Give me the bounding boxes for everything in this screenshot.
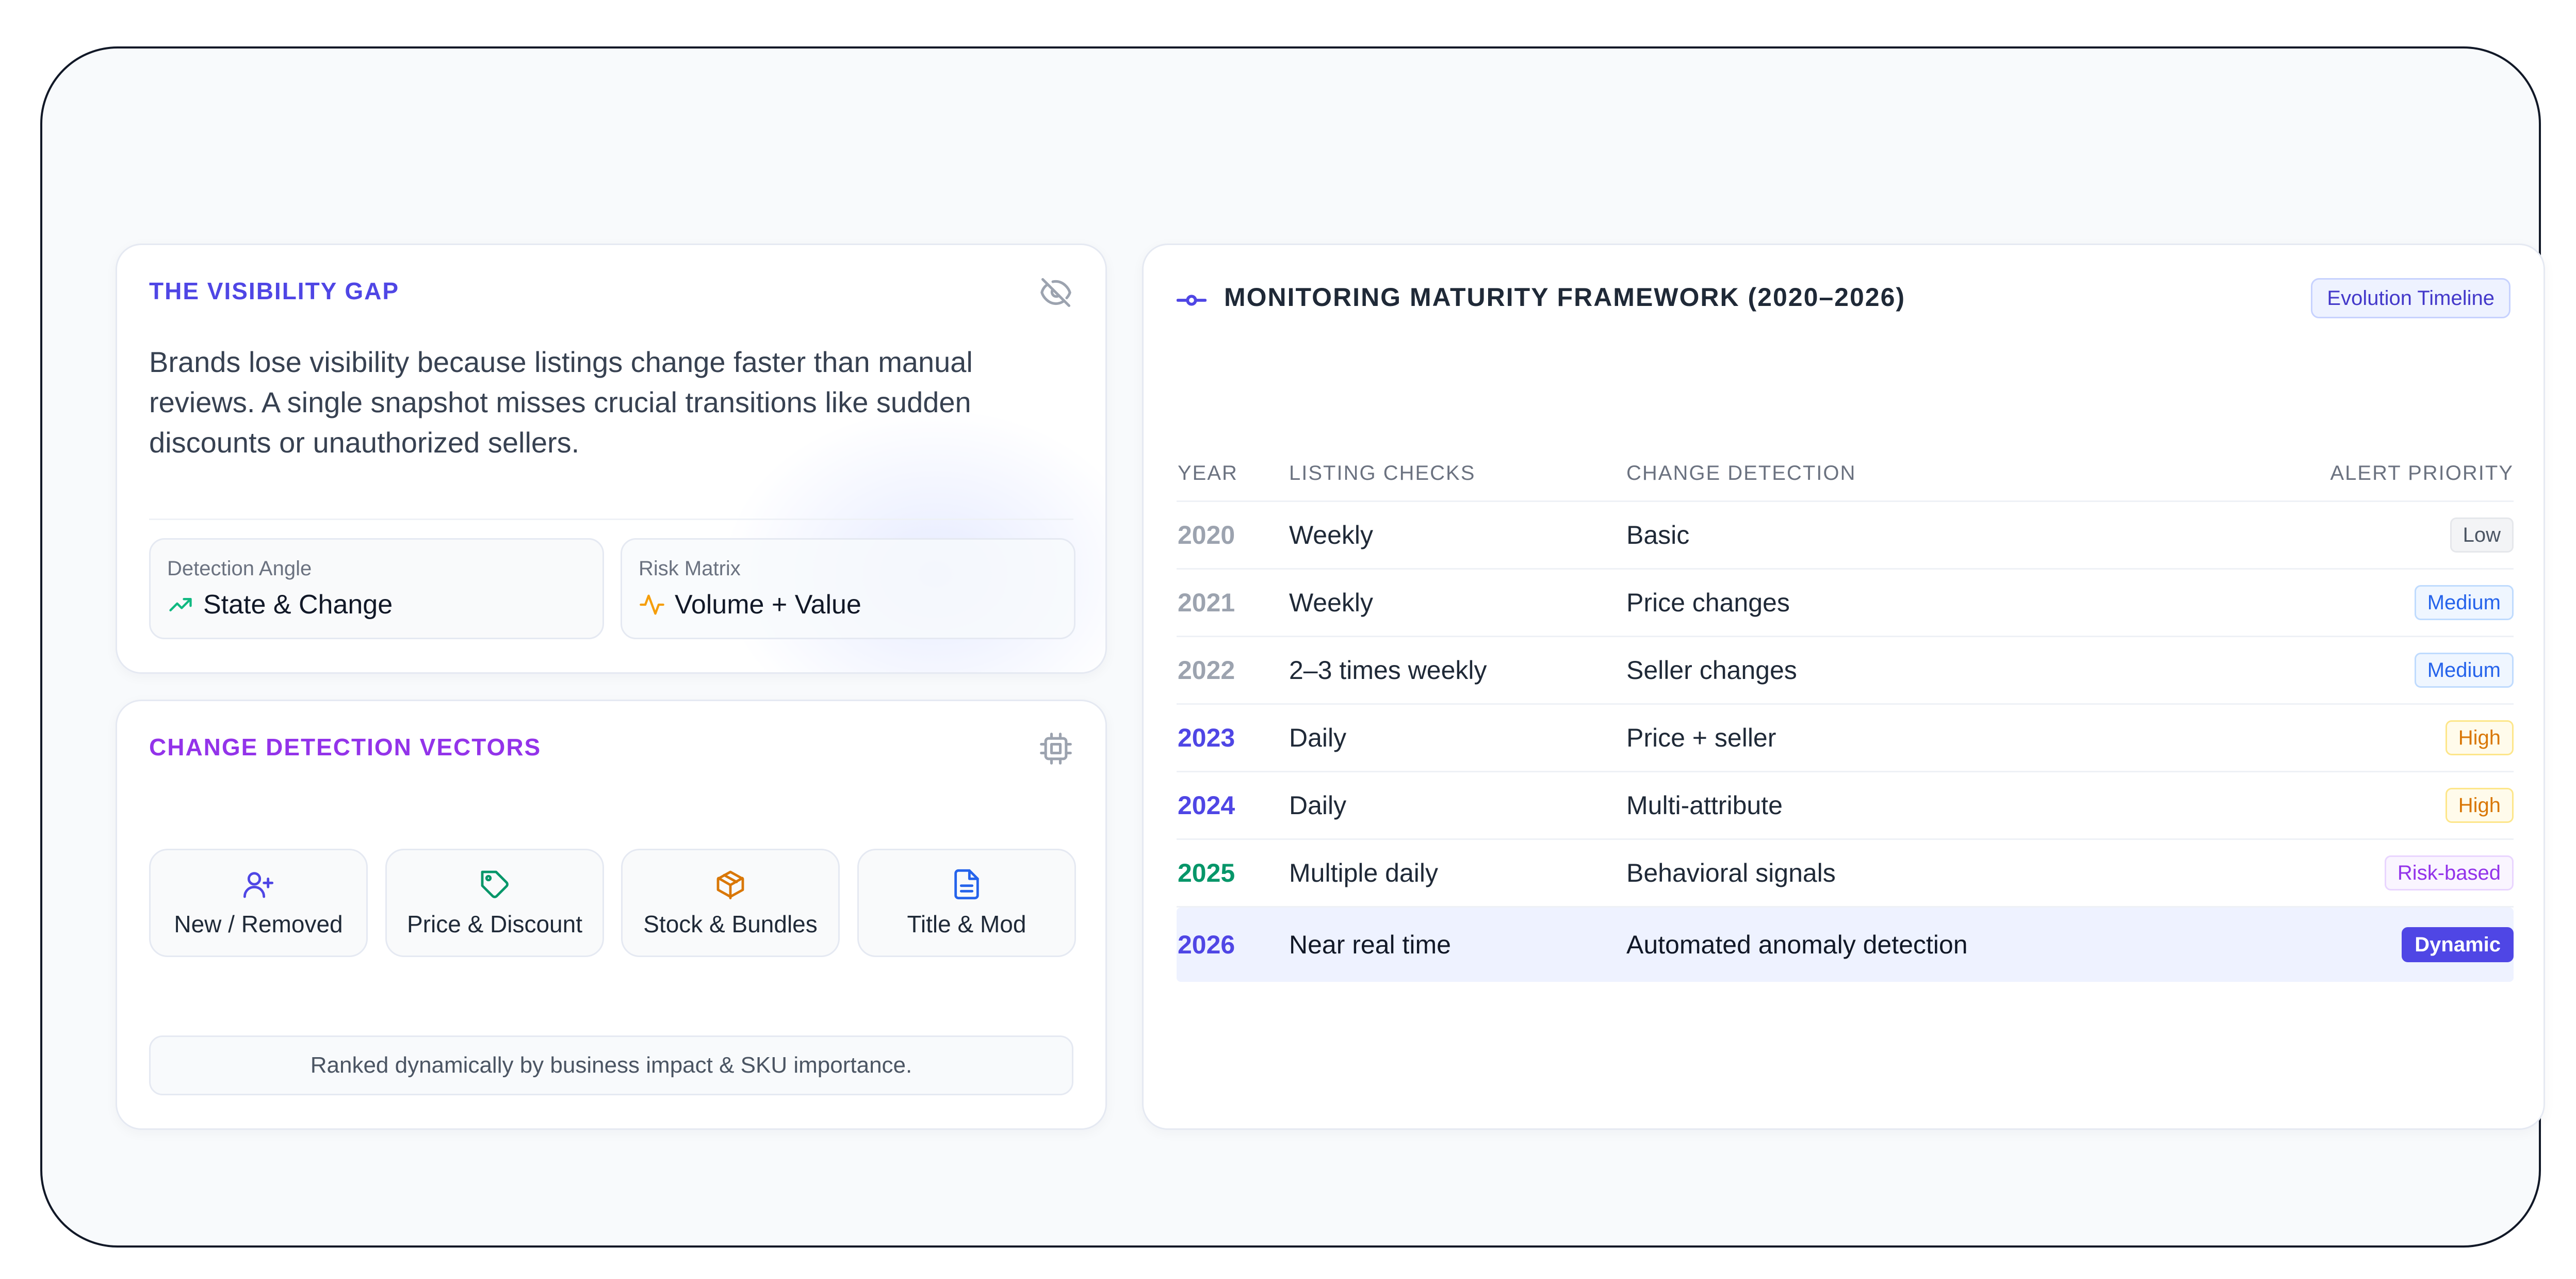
vector-new-removed[interactable]: New / Removed	[149, 849, 368, 957]
vector-stock-bundles[interactable]: Stock & Bundles	[621, 849, 840, 957]
listing-checks-cell: Near real time	[1289, 930, 1451, 959]
divider	[149, 519, 1073, 520]
table-row[interactable]: 2024 Daily Multi-attribute High	[1177, 772, 2514, 840]
vector-price-discount[interactable]: Price & Discount	[385, 849, 604, 957]
stat-label: Risk Matrix	[639, 557, 741, 580]
document-icon	[954, 869, 979, 900]
table-row[interactable]: 2026 Near real time Automated anomaly dete…	[1177, 908, 2514, 982]
change-vectors-card: CHANGE DETECTION VECTORS New / Removed P…	[116, 700, 1107, 1130]
change-vectors-title: CHANGE DETECTION VECTORS	[149, 734, 542, 760]
visibility-gap-card: THE VISIBILITY GAP Brands lose visibilit…	[116, 244, 1107, 674]
year-cell: 2023	[1178, 723, 1235, 752]
vector-label: New / Removed	[174, 911, 343, 937]
package-icon	[716, 870, 744, 900]
alert-priority-cell: Risk-based	[2384, 840, 2514, 906]
maturity-table: YEAR LISTING CHECKS CHANGE DETECTION ALE…	[1177, 446, 2514, 982]
visibility-gap-description: Brands lose visibility because listings …	[149, 346, 973, 459]
listing-checks-cell: 2–3 times weekly	[1289, 656, 1487, 685]
tag-icon	[481, 870, 509, 898]
vector-label: Stock & Bundles	[643, 911, 818, 937]
evolution-timeline-badge[interactable]: Evolution Timeline	[2311, 278, 2510, 318]
change-detection-cell: Price changes	[1626, 588, 1790, 617]
table-row[interactable]: 2023 Daily Price + seller High	[1177, 705, 2514, 772]
eye-off-icon[interactable]	[1038, 275, 1073, 310]
vector-title-mod[interactable]: Title & Mod	[857, 849, 1076, 957]
table-row[interactable]: 2021 Weekly Price changes Medium	[1177, 570, 2514, 637]
listing-checks-cell: Multiple daily	[1289, 859, 1439, 887]
year-cell: 2022	[1178, 656, 1235, 685]
header-year: YEAR	[1178, 462, 1238, 484]
alert-priority-cell: High	[2445, 705, 2514, 771]
vector-label: Price & Discount	[406, 911, 582, 937]
change-detection-cell: Behavioral signals	[1626, 859, 1836, 887]
change-detection-cell: Basic	[1626, 521, 1690, 549]
year-cell: 2020	[1178, 521, 1235, 549]
alert-priority-cell: High	[2445, 772, 2514, 838]
header-change-detection: CHANGE DETECTION	[1626, 462, 1856, 484]
year-cell: 2026	[1178, 930, 1235, 959]
ranking-note: Ranked dynamically by business impact & …	[149, 1035, 1073, 1095]
alert-priority-badge: High	[2445, 720, 2514, 755]
table-header-row: YEAR LISTING CHECKS CHANGE DETECTION ALE…	[1177, 446, 2514, 502]
header-listing-checks: LISTING CHECKS	[1289, 462, 1476, 484]
year-cell: 2021	[1178, 588, 1235, 617]
visibility-gap-title: THE VISIBILITY GAP	[149, 278, 399, 304]
user-plus-icon	[243, 872, 274, 898]
alert-priority-cell: Dynamic	[2402, 908, 2514, 982]
alert-priority-badge: Risk-based	[2384, 855, 2514, 891]
stat-value: State & Change	[167, 589, 393, 620]
table-row[interactable]: 2020 Weekly Basic Low	[1177, 502, 2514, 570]
vector-label: Title & Mod	[907, 911, 1026, 937]
stat-value-text: State & Change	[203, 590, 393, 620]
alert-priority-cell: Medium	[2414, 637, 2514, 703]
trending-up-icon	[169, 598, 192, 611]
table-row[interactable]: 2025 Multiple daily Behavioral signals Risk…	[1177, 840, 2514, 908]
header-alert-priority: ALERT PRIORITY	[2330, 462, 2514, 484]
risk-matrix-stat: Risk Matrix Volume + Value	[621, 538, 1075, 639]
listing-checks-cell: Daily	[1289, 723, 1347, 752]
stat-value-text: Volume + Value	[675, 590, 861, 620]
change-detection-cell: Seller changes	[1626, 656, 1797, 685]
timeline-icon	[1177, 295, 1207, 306]
alert-priority-cell: Medium	[2414, 570, 2514, 636]
change-detection-cell: Multi-attribute	[1626, 791, 1783, 820]
activity-icon	[640, 594, 664, 615]
listing-checks-cell: Weekly	[1289, 521, 1374, 549]
detection-angle-stat: Detection Angle State & Change	[149, 538, 604, 639]
table-row[interactable]: 2022 2–3 times weekly Seller changes Medium	[1177, 637, 2514, 705]
stat-label: Detection Angle	[167, 557, 312, 580]
year-cell: 2024	[1178, 791, 1235, 820]
device-frame: THE VISIBILITY GAP Brands lose visibilit…	[40, 46, 2545, 1248]
framework-title: MONITORING MATURITY FRAMEWORK (2020–2026…	[1224, 283, 1906, 312]
maturity-framework-card: MONITORING MATURITY FRAMEWORK (2020–2026…	[1142, 244, 2545, 1130]
alert-priority-badge: Low	[2450, 517, 2514, 553]
table-body: 2020 Weekly Basic Low 2021 Weekly Price change…	[1177, 502, 2514, 982]
alert-priority-badge: Dynamic	[2402, 927, 2514, 962]
listing-checks-cell: Daily	[1289, 791, 1347, 820]
stat-value: Volume + Value	[639, 589, 861, 620]
alert-priority-badge: Medium	[2414, 653, 2514, 688]
change-detection-cell: Price + seller	[1626, 723, 1776, 752]
alert-priority-badge: Medium	[2414, 585, 2514, 620]
cpu-chip-icon[interactable]	[1038, 731, 1073, 766]
listing-checks-cell: Weekly	[1289, 588, 1374, 617]
year-cell: 2025	[1178, 859, 1235, 887]
alert-priority-cell: Low	[2450, 502, 2514, 568]
alert-priority-badge: High	[2445, 788, 2514, 823]
change-detection-cell: Automated anomaly detection	[1626, 930, 1968, 959]
